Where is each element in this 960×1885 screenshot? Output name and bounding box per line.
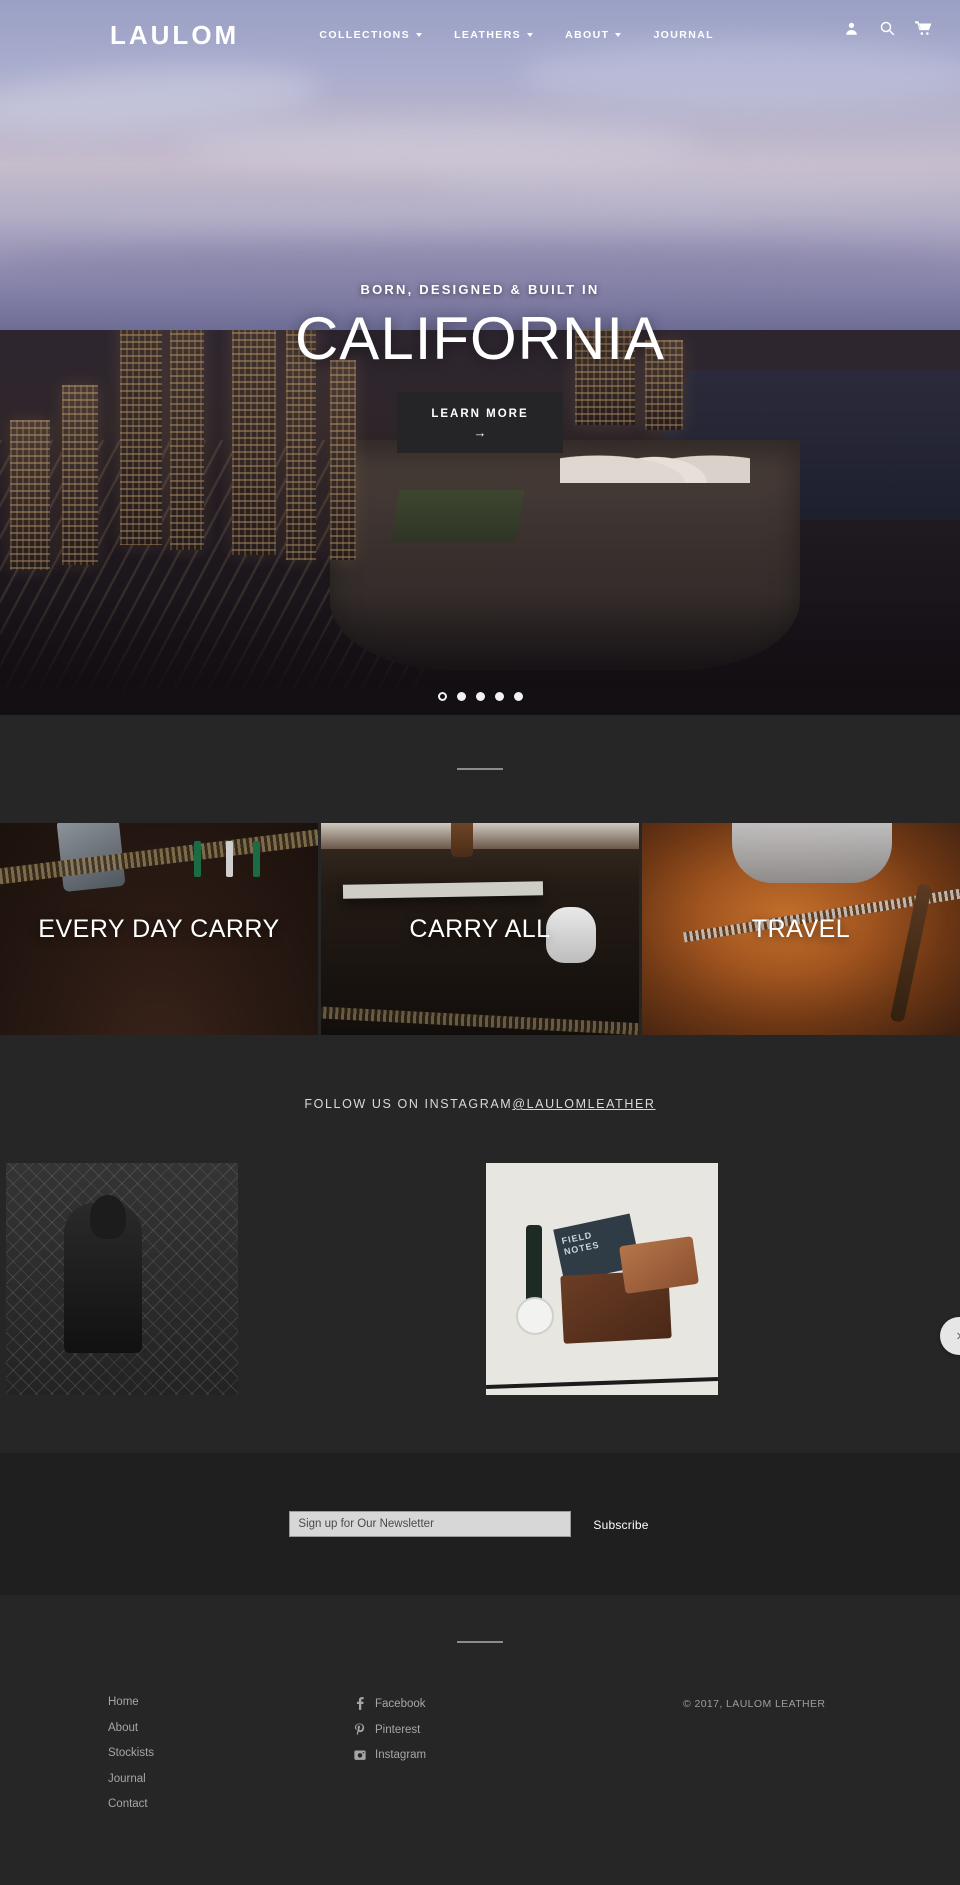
tile-label: TRAVEL bbox=[751, 914, 851, 943]
search-icon[interactable] bbox=[879, 20, 895, 36]
footer-columns: Home About Stockists Journal Contact Fac… bbox=[0, 1696, 960, 1825]
footer-divider-wrap bbox=[0, 1641, 960, 1697]
slider-dot-3[interactable] bbox=[475, 692, 485, 701]
footer-copyright-column: © 2017, LAULOM LEATHER bbox=[683, 1697, 852, 1710]
social-label: Instagram bbox=[375, 1749, 427, 1761]
learn-more-label: LEARN MORE bbox=[431, 407, 529, 420]
nav-label: JOURNAL bbox=[653, 29, 714, 41]
footer-link-journal[interactable]: Journal bbox=[108, 1773, 353, 1786]
newsletter-form: Subscribe bbox=[289, 1511, 671, 1539]
social-label: Pinterest bbox=[375, 1723, 421, 1736]
slider-dot-4[interactable] bbox=[494, 692, 504, 701]
hero-content: BORN, DESIGNED & BUILT IN CALIFORNIA LEA… bbox=[0, 282, 960, 453]
divider-rule bbox=[457, 768, 503, 770]
table-edge bbox=[486, 1376, 718, 1390]
learn-more-button[interactable]: LEARN MORE → bbox=[397, 391, 563, 453]
nav-item-collections[interactable]: COLLECTIONS bbox=[303, 29, 438, 41]
social-link-instagram[interactable]: Instagram bbox=[353, 1749, 683, 1761]
cart-icon[interactable] bbox=[915, 20, 932, 36]
category-tile-travel[interactable]: TRAVEL bbox=[642, 823, 960, 1035]
category-tile-carry-all[interactable]: CARRY ALL bbox=[321, 823, 639, 1035]
notebook bbox=[342, 881, 544, 899]
chevron-down-icon bbox=[416, 33, 423, 37]
nav-item-leathers[interactable]: LEATHERS bbox=[438, 29, 549, 41]
copyright-text: © 2017, LAULOM LEATHER bbox=[683, 1698, 826, 1710]
footer-link-about[interactable]: About bbox=[108, 1722, 353, 1735]
slider-dot-2[interactable] bbox=[456, 692, 466, 701]
watch-face bbox=[516, 1297, 554, 1335]
duffel-contents bbox=[732, 823, 892, 883]
hero-title: CALIFORNIA bbox=[294, 305, 666, 372]
nav-label: ABOUT bbox=[565, 29, 610, 41]
footer-link-stockists[interactable]: Stockists bbox=[108, 1747, 353, 1760]
instagram-post[interactable]: FIELD NOTES bbox=[486, 1163, 718, 1395]
bag-opening bbox=[321, 823, 639, 849]
site-header: LAULOM COLLECTIONS LEATHERS ABOUT JOURNA… bbox=[0, 0, 960, 70]
instagram-icon bbox=[353, 1749, 366, 1761]
category-tiles: EVERY DAY CARRY CARRY ALL TRAVEL bbox=[0, 823, 960, 1035]
instagram-heading-text: FOLLOW US ON INSTAGRAM bbox=[304, 1097, 513, 1111]
leather-wallet-tan bbox=[619, 1236, 699, 1294]
pen bbox=[253, 841, 260, 877]
instagram-section: FOLLOW US ON INSTAGRAM@LAULOMLEATHER FIE… bbox=[0, 1035, 960, 1453]
footer-link-contact[interactable]: Contact bbox=[108, 1798, 353, 1811]
section-divider-band bbox=[0, 715, 960, 823]
chevron-down-icon bbox=[615, 33, 622, 37]
park-lawn bbox=[390, 490, 525, 542]
slider-dot-1[interactable] bbox=[437, 692, 447, 701]
brand-logo[interactable]: LAULOM bbox=[110, 22, 239, 48]
bag-zipper bbox=[321, 1006, 639, 1035]
nav-item-about[interactable]: ABOUT bbox=[549, 29, 637, 41]
bag-zipper bbox=[0, 823, 318, 887]
chevron-down-icon bbox=[527, 33, 534, 37]
account-icon[interactable] bbox=[844, 21, 859, 36]
person-head bbox=[90, 1195, 126, 1239]
tile-label: CARRY ALL bbox=[409, 914, 551, 943]
slider-dot-5[interactable] bbox=[513, 692, 523, 701]
hero-section: LAULOM COLLECTIONS LEATHERS ABOUT JOURNA… bbox=[0, 0, 960, 715]
nav-label: COLLECTIONS bbox=[319, 29, 411, 41]
nav-label: LEATHERS bbox=[454, 29, 522, 41]
hero-slider-dots bbox=[0, 692, 960, 701]
facebook-icon bbox=[353, 1697, 366, 1710]
instagram-handle-link[interactable]: @LAULOMLEATHER bbox=[512, 1097, 655, 1111]
category-tile-every-day-carry[interactable]: EVERY DAY CARRY bbox=[0, 823, 318, 1035]
carousel-next-button[interactable]: › bbox=[940, 1317, 960, 1355]
header-icon-group bbox=[844, 20, 932, 36]
tile-label: EVERY DAY CARRY bbox=[38, 914, 280, 943]
instagram-heading: FOLLOW US ON INSTAGRAM@LAULOMLEATHER bbox=[0, 1097, 960, 1111]
pen bbox=[226, 841, 233, 877]
hero-kicker: BORN, DESIGNED & BUILT IN bbox=[360, 282, 600, 297]
newsletter-section: Subscribe bbox=[0, 1453, 960, 1595]
instagram-post[interactable] bbox=[6, 1163, 238, 1395]
arrow-right-icon: → bbox=[473, 424, 487, 440]
footer-link-home[interactable]: Home bbox=[108, 1696, 353, 1709]
social-label: Facebook bbox=[375, 1697, 426, 1710]
instagram-post-empty[interactable] bbox=[246, 1163, 478, 1395]
footer-divider-rule bbox=[457, 1641, 503, 1643]
site-footer: Home About Stockists Journal Contact Fac… bbox=[0, 1595, 960, 1885]
newsletter-email-input[interactable] bbox=[289, 1511, 572, 1537]
social-link-facebook[interactable]: Facebook bbox=[353, 1697, 683, 1710]
subscribe-button[interactable]: Subscribe bbox=[571, 1511, 671, 1539]
pen bbox=[194, 841, 201, 877]
cloud bbox=[420, 160, 960, 198]
nav-item-journal[interactable]: JOURNAL bbox=[637, 29, 730, 41]
footer-social-column: Facebook Pinterest Instagram bbox=[353, 1697, 683, 1774]
computer-mouse bbox=[546, 907, 596, 963]
social-link-pinterest[interactable]: Pinterest bbox=[353, 1723, 683, 1736]
footer-link-column: Home About Stockists Journal Contact bbox=[108, 1696, 353, 1825]
instagram-carousel: FIELD NOTES › bbox=[0, 1163, 960, 1453]
bag-strap bbox=[451, 823, 473, 857]
instagram-track: FIELD NOTES bbox=[6, 1163, 726, 1395]
pinterest-icon bbox=[353, 1723, 366, 1736]
